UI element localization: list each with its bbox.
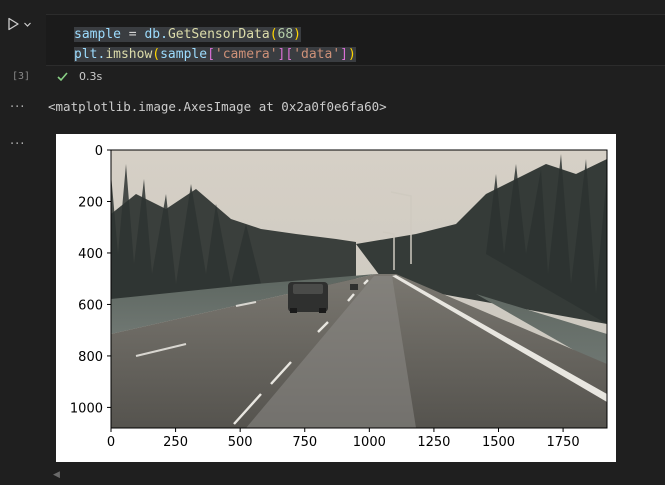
x-tick-label: 250 <box>163 435 188 450</box>
x-tick-label: 500 <box>228 435 253 450</box>
y-tick-label: 200 <box>78 195 103 210</box>
check-icon <box>57 72 68 82</box>
execution-duration: 0.3s <box>79 70 103 83</box>
code-editor[interactable]: sample = db.GetSensorData(68) plt.imshow… <box>46 14 665 66</box>
x-tick-label: 1000 <box>353 435 386 450</box>
image-car <box>288 282 328 313</box>
image-distant-car <box>350 284 358 290</box>
code-token: [ <box>285 47 294 62</box>
code-token: ) <box>293 27 301 42</box>
code-line-2[interactable]: plt.imshow(sample['camera']['data']) <box>74 47 356 62</box>
code-token: 'camera' <box>214 47 278 62</box>
execution-status: 0.3s <box>56 70 102 83</box>
code-token: sample <box>160 47 208 62</box>
play-icon[interactable] <box>6 17 20 31</box>
code-token: ] <box>340 47 348 62</box>
chevron-down-icon[interactable] <box>23 20 32 29</box>
code-token: = <box>120 27 145 42</box>
output-more-actions-icon[interactable]: ··· <box>10 100 25 115</box>
code-line-1[interactable]: sample = db.GetSensorData(68) <box>74 27 301 42</box>
x-tick-label: 1250 <box>417 435 450 450</box>
y-tick-label: 600 <box>78 298 103 313</box>
y-axis: 0 200 400 600 800 1000 <box>70 144 111 416</box>
x-tick-label: 1500 <box>482 435 515 450</box>
car-window <box>293 284 323 294</box>
y-tick-label: 0 <box>95 144 103 159</box>
code-token: sample <box>74 27 121 42</box>
code-token: imshow <box>105 47 153 62</box>
code-token: ( <box>152 47 161 62</box>
code-token: 'data' <box>293 47 341 62</box>
y-tick-label: 800 <box>78 350 103 365</box>
car-wheel <box>290 308 297 313</box>
output-text: <matplotlib.image.AxesImage at 0x2a0f0e6… <box>48 99 387 114</box>
camera-image <box>111 150 607 428</box>
x-tick-label: 750 <box>292 435 317 450</box>
code-token: ) <box>347 47 356 62</box>
x-tick-label: 0 <box>107 435 115 450</box>
y-tick-label: 1000 <box>70 401 103 416</box>
cell-gutter: [3] ··· ··· <box>0 0 46 485</box>
caret-left-icon[interactable]: ◀ <box>53 470 60 480</box>
plot-more-actions-icon[interactable]: ··· <box>10 137 25 152</box>
code-token: db. <box>144 27 168 42</box>
y-tick-label: 400 <box>78 247 103 262</box>
code-token: GetSensorData <box>167 27 270 42</box>
x-tick-label: 1750 <box>547 435 580 450</box>
code-token: 68 <box>277 27 294 42</box>
plot-figure: 0 250 500 750 1000 1250 1500 1750 0 200 400 600 800… <box>56 134 616 462</box>
run-cell-button[interactable] <box>6 14 36 34</box>
execution-count: [3] <box>12 71 31 82</box>
code-token: ( <box>269 27 278 42</box>
code-token: plt. <box>74 47 106 62</box>
x-axis: 0 250 500 750 1000 1250 1500 1750 <box>107 428 580 450</box>
plot-svg: 0 250 500 750 1000 1250 1500 1750 0 200 400 600 800… <box>70 144 608 450</box>
car-wheel <box>319 308 326 313</box>
code-token: [ <box>207 47 215 62</box>
